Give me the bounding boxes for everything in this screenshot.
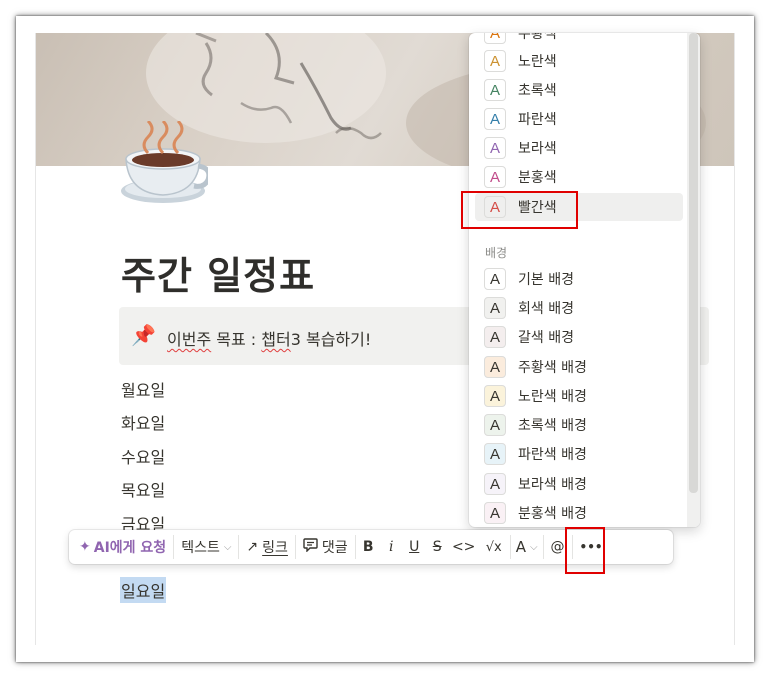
bg-color-swatch: A [484, 414, 506, 436]
bg-option-label: 파란색 배경 [518, 447, 587, 463]
color-option-orange[interactable]: A 주황색 [475, 33, 683, 47]
bg-color-swatch: A [484, 443, 506, 465]
bg-option-blue[interactable]: A 파란색 배경 [475, 440, 683, 468]
text-color-letter: A [515, 538, 526, 556]
color-option-purple[interactable]: A 보라색 [475, 134, 683, 162]
day-tuesday[interactable]: 화요일 [121, 410, 165, 434]
callout-text[interactable]: 이번주 목표 : 챕터3 복습하기! [167, 326, 371, 350]
comment-label: 댓글 [321, 540, 348, 556]
bg-option-label: 주황색 배경 [518, 360, 587, 376]
bg-option-orange[interactable]: A 주황색 배경 [475, 353, 683, 381]
bg-color-swatch: A [484, 326, 506, 348]
bg-option-purple[interactable]: A 보라색 배경 [475, 470, 683, 498]
toolbar-divider [294, 535, 296, 559]
day-monday[interactable]: 월요일 [121, 377, 165, 401]
background-section-header: 배경 [485, 246, 508, 260]
color-option-label: 분홍색 [518, 170, 557, 186]
bg-option-yellow[interactable]: A 노란색 배경 [475, 382, 683, 410]
text-color-swatch: A [484, 137, 506, 159]
bg-option-label: 보라색 배경 [518, 477, 587, 493]
day-wednesday[interactable]: 수요일 [121, 444, 165, 468]
page-title[interactable]: 주간 일정표 [121, 245, 315, 300]
bg-color-swatch: A [484, 268, 506, 290]
bg-option-label: 초록색 배경 [518, 418, 587, 434]
color-option-label: 파란색 [518, 112, 557, 128]
sparkle-icon: ✦ [79, 539, 91, 555]
bg-color-swatch: A [484, 385, 506, 407]
toolbar-divider [238, 535, 240, 559]
bg-option-gray[interactable]: A 회색 배경 [475, 294, 683, 322]
bg-option-green[interactable]: A 초록색 배경 [475, 411, 683, 439]
bg-option-label: 노란색 배경 [518, 389, 587, 405]
bg-option-default[interactable]: A 기본 배경 [475, 265, 683, 293]
text-type-label: 텍스트 [181, 540, 220, 556]
text-color-swatch: A [484, 79, 506, 101]
toolbar-divider [173, 535, 175, 559]
highlight-box-color-button [565, 527, 605, 574]
text-color-swatch: A [484, 50, 506, 72]
color-option-pink[interactable]: A 분홍색 [475, 163, 683, 191]
link-label: 링크 [262, 540, 288, 556]
chevron-down-icon: ⌵ [529, 541, 538, 553]
color-option-label: 주황색 [518, 33, 557, 42]
bg-option-label: 분홍색 배경 [518, 506, 587, 522]
toolbar-divider [542, 535, 544, 559]
toolbar-divider [509, 535, 511, 559]
italic-button[interactable]: i [380, 533, 403, 561]
bg-color-swatch: A [484, 502, 506, 524]
bg-option-pink[interactable]: A 분홍색 배경 [475, 499, 683, 527]
pushpin-icon[interactable]: 📌 [131, 323, 156, 347]
ask-ai-button[interactable]: ✦ AI에게 요청 [73, 533, 172, 561]
link-button[interactable]: ↗ 링크 [240, 533, 294, 561]
code-button[interactable]: <> [449, 533, 479, 561]
underline-button[interactable]: U [403, 533, 426, 561]
bg-option-label: 회색 배경 [518, 301, 574, 317]
day-sunday-selected[interactable]: 일요일 [120, 577, 167, 603]
text-type-dropdown[interactable]: 텍스트 ⌵ [175, 533, 237, 561]
day-thursday[interactable]: 목요일 [121, 477, 165, 501]
toolbar-divider [354, 535, 356, 559]
color-option-yellow[interactable]: A 노란색 [475, 47, 683, 75]
highlight-box-red-option [461, 191, 578, 229]
text-color-button[interactable]: A ⌵ [512, 533, 542, 561]
color-option-label: 보라색 [518, 141, 557, 157]
color-option-blue[interactable]: A 파란색 [475, 105, 683, 133]
bg-option-label: 갈색 배경 [518, 330, 574, 346]
text-color-swatch: A [484, 33, 506, 44]
arrow-up-right-icon: ↗ [246, 539, 259, 555]
menu-scrollbar-thumb[interactable] [689, 33, 698, 493]
speech-bubble-icon [303, 538, 318, 556]
bg-option-brown[interactable]: A 갈색 배경 [475, 323, 683, 351]
coffee-cup-icon[interactable] [118, 119, 212, 211]
equation-button[interactable]: √x [479, 533, 509, 561]
color-option-green[interactable]: A 초록색 [475, 76, 683, 104]
color-menu: A 주황색 A 노란색 A 초록색 A 파란색 A 보라색 A 분홍색 A 빨간… [469, 33, 700, 527]
chevron-down-icon: ⌵ [223, 541, 232, 553]
text-color-swatch: A [484, 108, 506, 130]
bg-color-swatch: A [484, 297, 506, 319]
bg-color-swatch: A [484, 356, 506, 378]
ask-ai-label: AI에게 요청 [93, 540, 167, 556]
comment-button[interactable]: 댓글 [297, 533, 354, 561]
bg-color-swatch: A [484, 473, 506, 495]
bg-option-label: 기본 배경 [518, 272, 574, 288]
menu-scrollbar[interactable] [687, 33, 700, 527]
text-color-swatch: A [484, 166, 506, 188]
strikethrough-button[interactable]: S [426, 533, 449, 561]
color-option-label: 노란색 [518, 54, 557, 70]
color-option-label: 초록색 [518, 83, 557, 99]
bold-button[interactable]: B [357, 533, 380, 561]
